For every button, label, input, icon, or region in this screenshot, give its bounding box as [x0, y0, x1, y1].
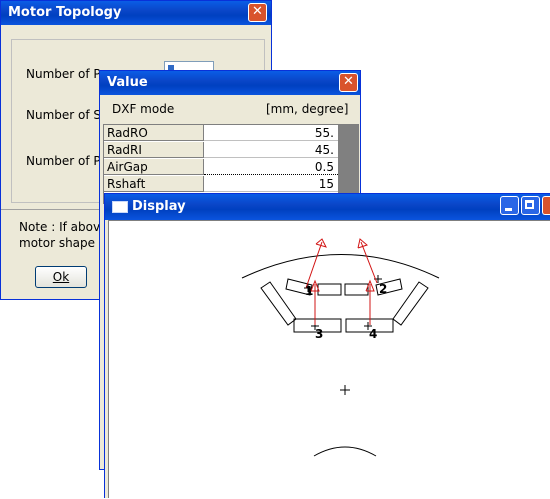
marker-1: 1 — [305, 284, 313, 298]
display-window: Display 1 2 3 4 — [104, 193, 550, 498]
arrow-2 — [357, 238, 378, 284]
slot-4 — [317, 283, 342, 296]
minimize-icon[interactable] — [500, 196, 519, 215]
rotor-arc — [313, 446, 377, 457]
maximize-icon[interactable] — [521, 196, 540, 215]
units-label: [mm, degree] — [266, 102, 349, 116]
display-canvas[interactable]: 1 2 3 4 — [108, 220, 550, 498]
number-of-slots-label: Number of Sl — [26, 108, 105, 122]
param-value[interactable]: 55. — [204, 125, 338, 141]
value-title: Value — [107, 75, 148, 90]
display-titlebar[interactable]: Display — [105, 194, 550, 220]
close-icon[interactable]: ✕ — [339, 73, 358, 92]
ok-button-label: Ok — [52, 270, 70, 284]
param-value[interactable]: 0.5 — [204, 159, 338, 175]
motor-topology-title: Motor Topology — [8, 5, 122, 20]
marker-3: 3 — [315, 327, 323, 341]
marker-2: 2 — [379, 282, 387, 296]
number-of-phases-label: Number of Ph — [26, 154, 109, 168]
param-name: AirGap — [104, 159, 204, 175]
note-line-1: Note : If above — [19, 220, 108, 234]
window-icon — [112, 201, 128, 213]
param-value[interactable]: 45. — [204, 142, 338, 158]
param-name: Rshaft — [104, 176, 204, 192]
ok-button[interactable]: Ok — [35, 266, 87, 288]
center-cross — [340, 385, 350, 395]
motor-drawing: 1 2 3 4 — [241, 238, 440, 457]
number-of-poles-label: Number of Po — [26, 67, 108, 81]
param-name: RadRO — [104, 125, 204, 141]
marker-4: 4 — [369, 327, 377, 341]
slot-3 — [344, 283, 369, 296]
dxf-mode-label: DXF mode — [112, 102, 175, 116]
param-name: RadRI — [104, 142, 204, 158]
close-icon[interactable]: ✕ — [248, 3, 267, 22]
arrow-4 — [365, 279, 375, 325]
arrow-1 — [305, 238, 327, 289]
motor-topology-titlebar[interactable]: Motor Topology ✕ — [1, 1, 271, 25]
slot-6 — [392, 281, 429, 326]
value-grid: RadRO 55. RadRI 45. AirGap 0.5 Rshaft 15 — [103, 124, 359, 204]
param-value[interactable]: 15 — [204, 176, 338, 192]
stator-outer-arc — [241, 254, 440, 279]
display-title: Display — [132, 199, 186, 214]
value-titlebar[interactable]: Value ✕ — [100, 71, 360, 95]
close-icon[interactable] — [542, 196, 550, 215]
slot-5 — [260, 281, 297, 326]
